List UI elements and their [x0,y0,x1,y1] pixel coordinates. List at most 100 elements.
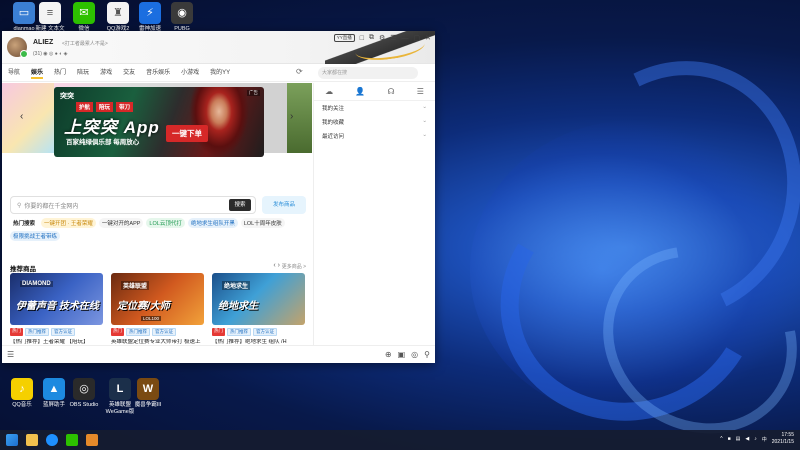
hot-search-chip[interactable]: 一键对开的APP [98,218,144,228]
add-icon[interactable]: ⊕ [385,350,392,359]
product-search-input[interactable]: ⚲ 你要的都在千金网内 搜索 [10,196,256,214]
desktop-icon-image: ♜ [107,2,129,24]
tray-icon[interactable]: 中 [762,436,767,443]
desktop-icon[interactable]: ◎ OBS Studio [64,378,104,409]
menu-icon[interactable]: ☰ [390,34,396,42]
ad-tag: 陪玩 [96,102,114,112]
product-thumbnail[interactable]: DIAMOND 伊蕾声音 技术在线 [10,273,103,325]
target-icon[interactable]: ◎ [411,350,418,359]
publish-button[interactable]: 发布商品 [262,196,306,214]
wallpaper-bloom-ring [566,208,800,450]
desktop-icon[interactable]: W 魔兽争霸III [128,378,168,409]
nav-tab[interactable]: 陪玩 [77,67,89,79]
product-tag: 官方认证 [152,328,176,336]
screen-icon[interactable]: ▣ [398,350,406,359]
cloud-icon[interactable]: ☁ [325,87,333,96]
chevron-down-icon: ⌄ [422,104,427,110]
product-tag: 热门推荐 [25,328,49,336]
carousel-next-icon[interactable]: › [290,111,293,122]
thumbnail-caption: 英雄联盟 [121,281,150,290]
ad-order-button[interactable]: 一键下单 [166,125,208,142]
right-panel-item[interactable]: 最近访问 ⌄ [314,129,435,143]
tray-icon[interactable]: ^ [720,436,722,443]
right-panel-item-label: 最近访问 [322,134,345,140]
search-icon[interactable]: ⚲ [424,350,430,359]
nav-tab[interactable]: 交友 [123,67,135,79]
recommend-section-header: 推荐商品 ‹ › 更多商品 > [10,262,306,273]
nav-tab[interactable]: 我的YY [210,67,230,79]
user-status-row[interactable]: (31) ◉ ◎ ● ◐ ◈ [33,51,67,57]
headset-icon[interactable]: ☊ [387,87,394,96]
desktop-icon-image: ◉ [171,2,193,24]
ad-banner[interactable]: 突突 护航 陪玩 带刀 上突突 App 百家纯绿俱乐部 每周放心 一键下单 广告 [54,87,264,157]
nav-tab[interactable]: 音乐娱乐 [146,67,170,79]
bottom-menu-icon[interactable]: ☰ [7,350,14,359]
right-panel-item[interactable]: 我的关注 ⌄ [314,101,435,115]
list-icon[interactable]: ☰ [417,87,424,96]
user-signature[interactable]: <打工者最累人不是> [62,40,108,47]
desktop-icon[interactable]: ◉ PUBG [162,2,202,33]
more-products-link[interactable]: 更多商品 > [282,263,306,270]
maximize-icon[interactable]: ▢ [414,34,421,42]
user-name[interactable]: ALIEZ [33,39,53,46]
hot-search-chip[interactable]: 绝地求生组队开黑 [187,218,238,228]
nav-tab[interactable]: 热门 [54,67,66,79]
close-icon[interactable]: ✕ [425,34,431,42]
carousel-prev-icon[interactable]: ‹ [20,111,23,122]
tray-icon[interactable]: ♪ [754,436,757,443]
start-icon[interactable] [6,434,18,446]
user-icon[interactable]: 👤 [355,87,365,96]
screen-icon[interactable]: ⧉ [369,34,374,42]
tray-icon[interactable]: ■ [728,436,731,443]
settings-icon[interactable]: ⚙ [379,34,385,42]
hot-search-chip[interactable]: LOL十周年皮肤 [240,218,285,228]
product-thumbnail[interactable]: 英雄联盟 定位赛/大师 LOL100 [111,273,204,325]
title-bar[interactable]: ALIEZ <打工者最累人不是> (31) ◉ ◎ ● ◐ ◈ YY直播 □ ⧉… [2,31,435,64]
product-tag: 热门推荐 [126,328,150,336]
edge-icon[interactable] [46,434,58,446]
tray-icon[interactable]: ▤ [736,436,741,443]
nav-tab[interactable]: 娱乐 [31,67,44,79]
skin-icon[interactable]: □ [360,35,364,42]
nav-tabs: 导航 娱乐 热门 陪玩 游戏 交友 音乐娱乐 小游戏 我的YY [8,67,230,79]
clock[interactable]: 17:55 2021/1/15 [772,432,794,446]
desktop-icon-image: W [137,378,159,400]
hot-search-chip[interactable]: 极限挑战王者带练 [10,231,61,241]
desktop-icon-label: 魔兽争霸III [134,402,162,408]
refresh-icon[interactable]: ⟳ [296,67,303,76]
tray-icon[interactable]: ◀ [745,436,749,443]
hot-search-row: 热门搜索 一键开团 · 王者荣耀 一键对开的APP LOL云顶代打 绝地求生组队开黑 LO… [10,218,310,241]
product-tag: 官方认证 [51,328,75,336]
hot-search-chip[interactable]: LOL云顶代打 [146,218,185,228]
product-card[interactable]: 英雄联盟 定位赛/大师 LOL100 热门 热门推荐 官方认证 英雄联盟定位赛专业大师带打 … [111,273,204,345]
clock-date: 2021/1/15 [771,439,794,445]
section-pager[interactable]: ‹ › [273,262,280,269]
banner-left-slide[interactable] [2,83,54,153]
search-button[interactable]: 搜索 [229,199,251,211]
chevron-down-icon: ⌄ [422,132,427,138]
hot-search-chip[interactable]: 一键开团 · 王者荣耀 [41,218,96,228]
desktop-icon-image: ◎ [73,378,95,400]
nav-tab[interactable]: 游戏 [100,67,112,79]
product-card[interactable]: DIAMOND 伊蕾声音 技术在线 热门 热门推荐 官方认证 【热门推荐】王者荣耀 【陪玩… [10,273,103,345]
wechat-taskbar-icon[interactable] [66,434,78,446]
product-card[interactable]: 绝地求生绝地求生热门热门推荐官方认证【热门推荐】绝地求生 组队 /H绝地求生 |… [212,273,305,345]
product-tags: 热门 热门推荐 官方认证 [111,328,204,336]
yy-badge[interactable]: YY直播 [333,34,355,42]
product-thumbnail[interactable]: 绝地求生 绝地求生 [212,273,305,325]
nav-tab[interactable]: 小游戏 [181,67,199,79]
right-panel-item[interactable]: 我的收藏 ⌄ [314,115,435,129]
right-panel-item-label: 我的收藏 [322,120,345,126]
desktop-icon-image: ▲ [43,378,65,400]
user-avatar[interactable] [7,37,28,58]
chevron-down-icon: ⌄ [422,118,427,124]
nav-tab[interactable]: 导航 [8,67,20,79]
thumbnail-title: 绝地求生 [218,301,258,312]
yy-taskbar-icon[interactable] [86,434,98,446]
taskbar: ^ ■ ▤ ◀ ♪ 中 17:55 2021/1/15 [0,430,800,450]
wallpaper-bloom-ring [473,150,787,450]
section-title: 推荐商品 [10,266,36,273]
nav-search-input[interactable]: 大家都在搜 [318,67,418,79]
minimize-icon[interactable]: — [402,35,409,42]
explorer-icon[interactable] [26,434,38,446]
